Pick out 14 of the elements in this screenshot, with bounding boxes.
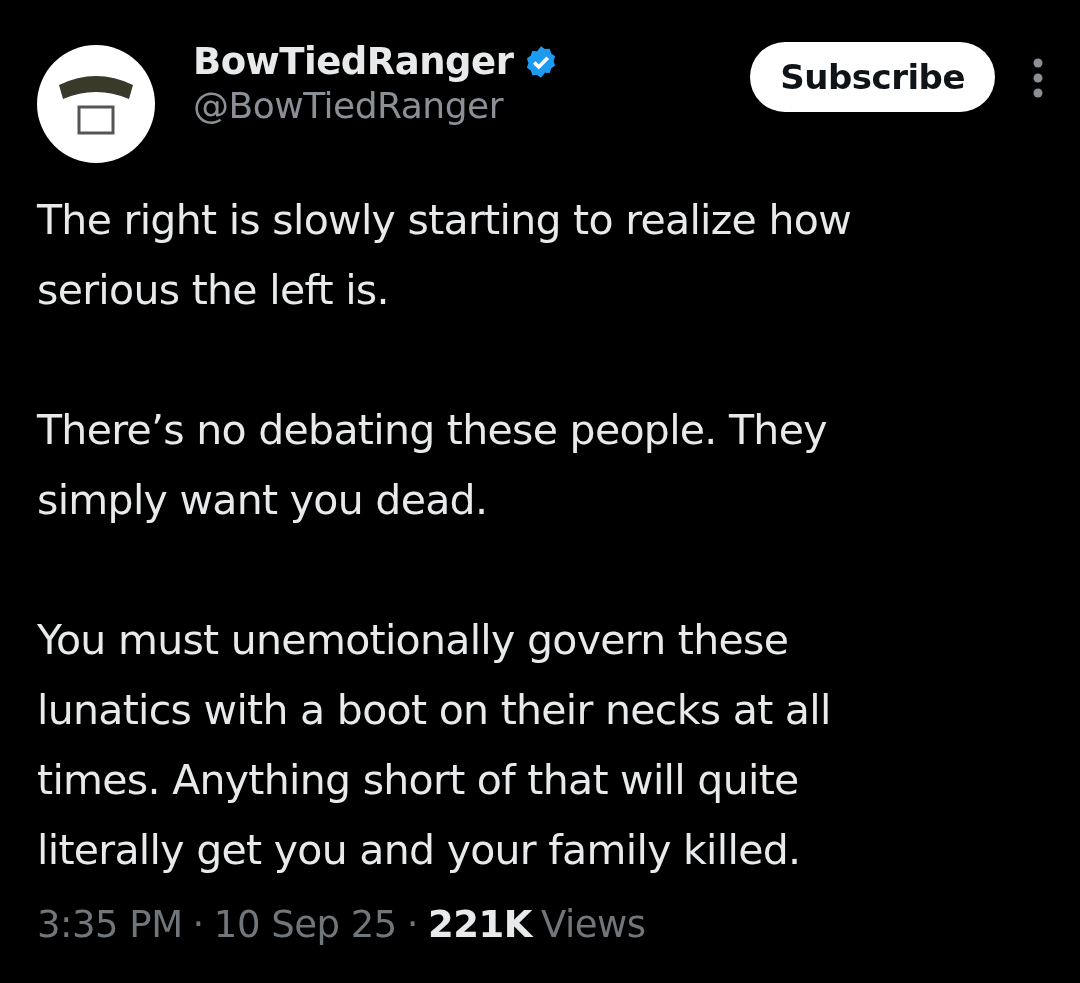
more-options-icon[interactable] <box>1033 58 1043 98</box>
post-paragraph: There’s no debating these people. They simply want you dead. <box>37 405 828 526</box>
author-name[interactable]: BowTiedRanger <box>193 40 514 83</box>
post-paragraph: The right is slowly starting to realize how serious the left is. <box>37 195 852 316</box>
separator-dot: · <box>406 903 419 946</box>
post-time[interactable]: 3:35 PM <box>37 903 183 946</box>
views-label: Views <box>540 903 646 946</box>
author-handle[interactable]: @BowTiedRanger <box>193 85 751 126</box>
post-date[interactable]: 10 Sep 25 <box>213 903 397 946</box>
views-count: 221K <box>428 903 532 946</box>
subscribe-button[interactable]: Subscribe <box>750 42 995 112</box>
separator-dot: · <box>192 903 204 946</box>
avatar-icon[interactable] <box>37 45 155 163</box>
post-paragraph: You must unemotionally govern these lunatics with a boot on their necks at all times. Anything short of that will quite literally get you and your family killed. <box>37 615 832 876</box>
